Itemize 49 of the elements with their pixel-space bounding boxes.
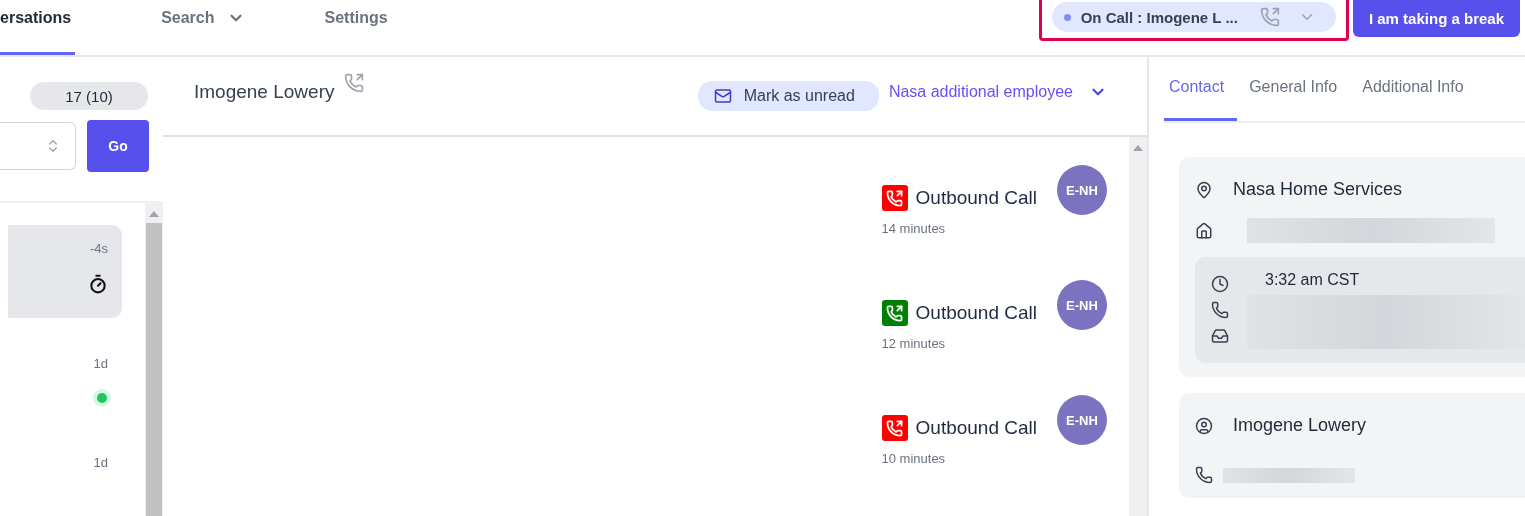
phone-outgoing-icon (344, 73, 365, 93)
mark-unread-button[interactable]: Mark as unread (697, 81, 879, 111)
mail-icon (713, 87, 732, 105)
avatar: E-NH (1057, 395, 1107, 445)
clock-icon (1211, 275, 1229, 293)
nav-tab[interactable]: ersations (0, 0, 76, 55)
phone-icon (1211, 301, 1229, 319)
message-time: 12 minutes (881, 336, 947, 351)
phone-outgoing-icon (1259, 7, 1280, 27)
nav-tab[interactable]: Search (161, 0, 283, 55)
scroll-up-icon[interactable] (1133, 145, 1143, 151)
home-icon (1195, 221, 1213, 240)
scrollbar[interactable] (145, 203, 163, 516)
details-tab[interactable]: Additional Info (1357, 57, 1477, 121)
user-icon (1195, 416, 1213, 435)
scrollbar[interactable] (1129, 137, 1147, 516)
contact-name: Imogene Lowery (194, 81, 335, 103)
message-title: Outbound Call (915, 187, 1037, 209)
avatar: E-NH (1057, 165, 1107, 215)
status-dot-icon (1063, 13, 1071, 21)
company-name: Nasa Home Services (1233, 179, 1403, 200)
details-tab[interactable]: Contact (1164, 57, 1238, 121)
break-button[interactable]: I am taking a break (1352, 0, 1520, 37)
contact-person-name: Imogene Lowery (1233, 415, 1367, 436)
conversation-item[interactable]: 1d (8, 340, 122, 418)
conversation-item[interactable]: -4s (8, 225, 122, 319)
assignee-dropdown[interactable]: Nasa additional employee (888, 83, 1107, 101)
message-time: 10 minutes (881, 451, 947, 466)
phone-icon (1195, 466, 1213, 484)
local-time: 3:32 am CST (1265, 271, 1361, 289)
go-button[interactable]: Go (87, 120, 149, 172)
online-dot-icon (93, 389, 111, 408)
conversation-item[interactable]: 1d (8, 439, 122, 516)
message-title: Outbound Call (915, 302, 1037, 324)
select-field[interactable] (0, 122, 76, 170)
details-tab[interactable]: General Info (1244, 57, 1351, 121)
time-ago: 1d (93, 356, 108, 372)
avatar: E-NH (1057, 280, 1107, 330)
inbox-icon (1211, 327, 1229, 345)
location-pin-icon (1195, 180, 1213, 199)
conversation-count: 17 (10) (30, 82, 148, 110)
nav-tab[interactable]: Settings (324, 0, 426, 55)
message-time: 14 minutes (881, 221, 947, 236)
time-ago: -4s (89, 241, 108, 256)
on-call-dropdown[interactable]: On Call : Imogene L ... (1051, 2, 1336, 32)
scroll-up-icon[interactable] (149, 211, 159, 217)
timer-icon (88, 274, 108, 294)
message-title: Outbound Call (915, 417, 1037, 439)
time-ago: 1d (93, 455, 108, 471)
